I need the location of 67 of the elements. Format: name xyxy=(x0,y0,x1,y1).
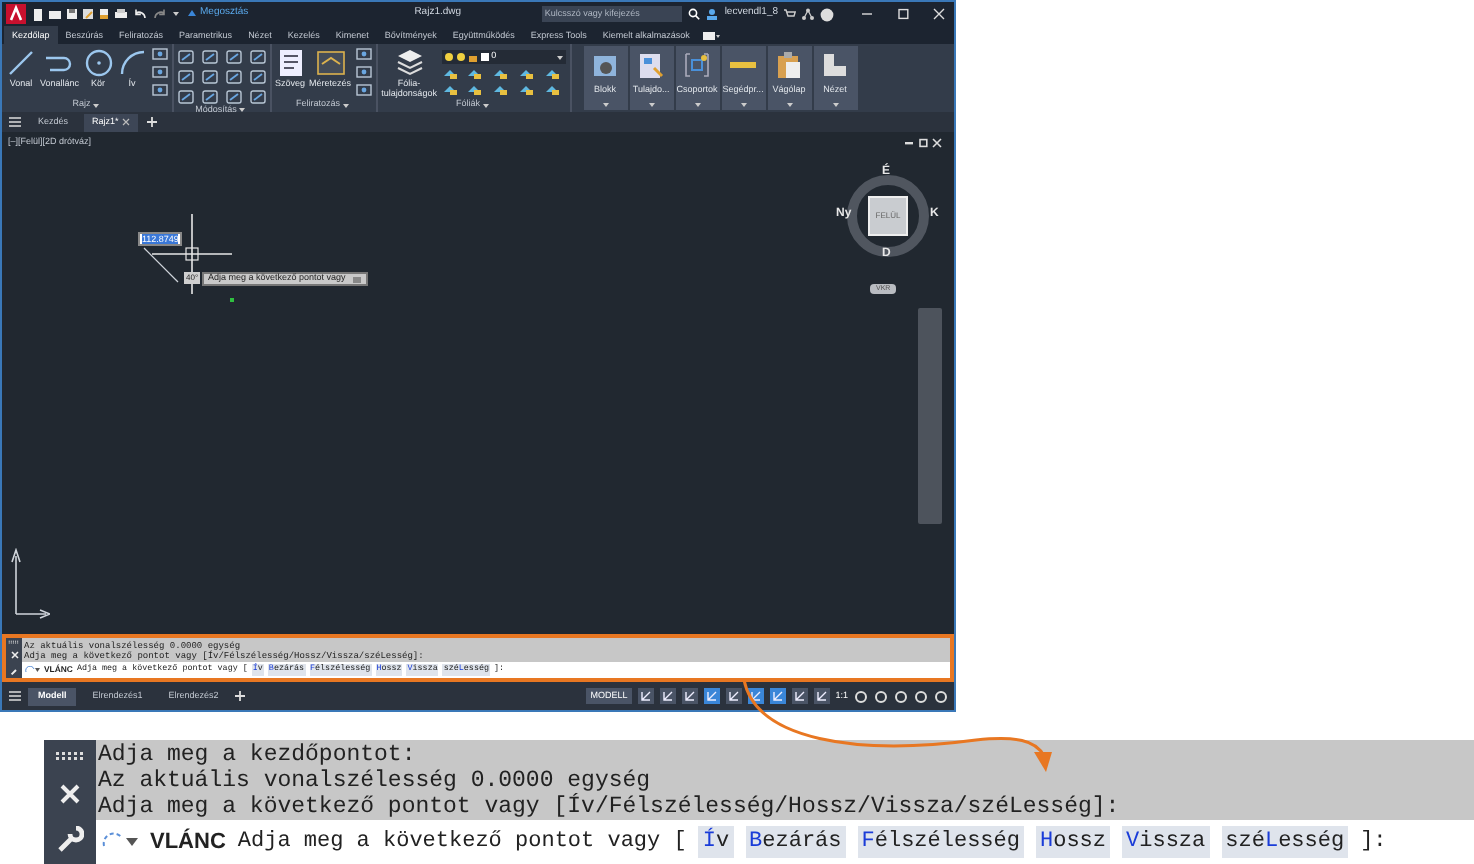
cart-icon[interactable] xyxy=(784,8,796,20)
circle-tool-icon xyxy=(83,48,114,78)
dropdown-caret-icon xyxy=(647,102,656,108)
dimension-tool-icon xyxy=(315,48,346,78)
layers-tool-icon xyxy=(394,48,425,78)
lock-icon xyxy=(467,52,478,62)
dropdown-caret-icon xyxy=(693,102,702,108)
point-marker xyxy=(230,298,234,302)
save-icon[interactable] xyxy=(66,8,78,20)
history-line: Adja meg a következő pontot vagy [Ív/Félszélesség/Hossz/Vissza/széLesség]: xyxy=(98,794,1122,820)
command-option[interactable]: Vissza xyxy=(1122,825,1210,859)
maximize-icon[interactable] xyxy=(896,8,910,20)
history-line: Az aktuális vonalszélesség 0.0000 egység xyxy=(98,768,651,794)
dropdown-caret-icon xyxy=(601,102,610,108)
clipboard-icon xyxy=(774,50,805,80)
app-logo-icon[interactable] xyxy=(6,4,26,24)
command-prompt-icon[interactable] xyxy=(98,832,138,852)
help-icon[interactable] xyxy=(820,7,834,21)
color-swatch-icon xyxy=(479,52,490,62)
share-icon xyxy=(186,8,198,20)
text-tool-icon xyxy=(275,48,306,78)
wrench-icon[interactable] xyxy=(56,826,84,854)
network-icon[interactable] xyxy=(802,8,814,20)
dropdown-caret-icon xyxy=(785,102,794,108)
view-icon xyxy=(820,50,851,80)
minimize-icon[interactable] xyxy=(860,8,874,20)
close-icon[interactable] xyxy=(122,118,131,126)
prompt-end: ]: xyxy=(1360,827,1387,858)
undo-icon[interactable] xyxy=(132,8,148,20)
dropdown-caret-icon xyxy=(831,102,840,108)
command-input-field[interactable]: VLÁNC Adja meg a következő pontot vagy [ Ív Bezárás Félszélesség Hossz Vissza széLesség ]: xyxy=(96,820,1474,864)
command-prompt: Adja meg a következő pontot vagy [ xyxy=(237,827,687,858)
folder-icon[interactable] xyxy=(48,8,62,20)
command-prompt-icon[interactable] xyxy=(24,666,40,674)
block-icon xyxy=(590,50,621,80)
sun-icon xyxy=(455,52,466,62)
save-as-icon[interactable] xyxy=(82,8,94,20)
rubber-band-line xyxy=(142,246,182,286)
command-option[interactable]: Félszélesség xyxy=(857,825,1024,859)
command-name: VLÁNC xyxy=(150,826,226,858)
ucs-icon xyxy=(10,548,50,620)
print-icon[interactable] xyxy=(114,8,128,20)
line-tool-icon xyxy=(6,48,36,78)
panel-toggle-icon[interactable] xyxy=(701,29,720,41)
arc-tool-icon xyxy=(117,48,148,78)
history-line: Adja meg a kezdőpontot: xyxy=(98,742,418,768)
plot-icon[interactable] xyxy=(98,8,110,20)
restore-icon[interactable] xyxy=(918,138,928,148)
command-option[interactable]: Hossz xyxy=(1036,825,1111,859)
dropdown-caret-icon xyxy=(555,52,564,62)
lightbulb-icon xyxy=(443,52,454,62)
close-icon[interactable] xyxy=(932,138,942,148)
close-icon[interactable] xyxy=(932,8,946,20)
minimize-icon[interactable] xyxy=(904,138,914,148)
dropdown-caret-icon xyxy=(739,102,748,108)
search-icon[interactable] xyxy=(688,8,701,20)
properties-icon xyxy=(636,50,667,80)
command-option[interactable]: széLesség xyxy=(1221,825,1349,859)
command-option[interactable]: Bezárás xyxy=(745,825,846,859)
grip-icon[interactable] xyxy=(54,750,86,762)
group-icon xyxy=(682,50,713,80)
options-icon xyxy=(351,275,362,283)
command-option[interactable]: Ív xyxy=(698,825,734,859)
redo-icon[interactable] xyxy=(152,8,168,20)
user-icon[interactable] xyxy=(706,8,719,20)
wrench-icon[interactable] xyxy=(9,665,19,676)
new-file-icon[interactable] xyxy=(32,7,44,21)
